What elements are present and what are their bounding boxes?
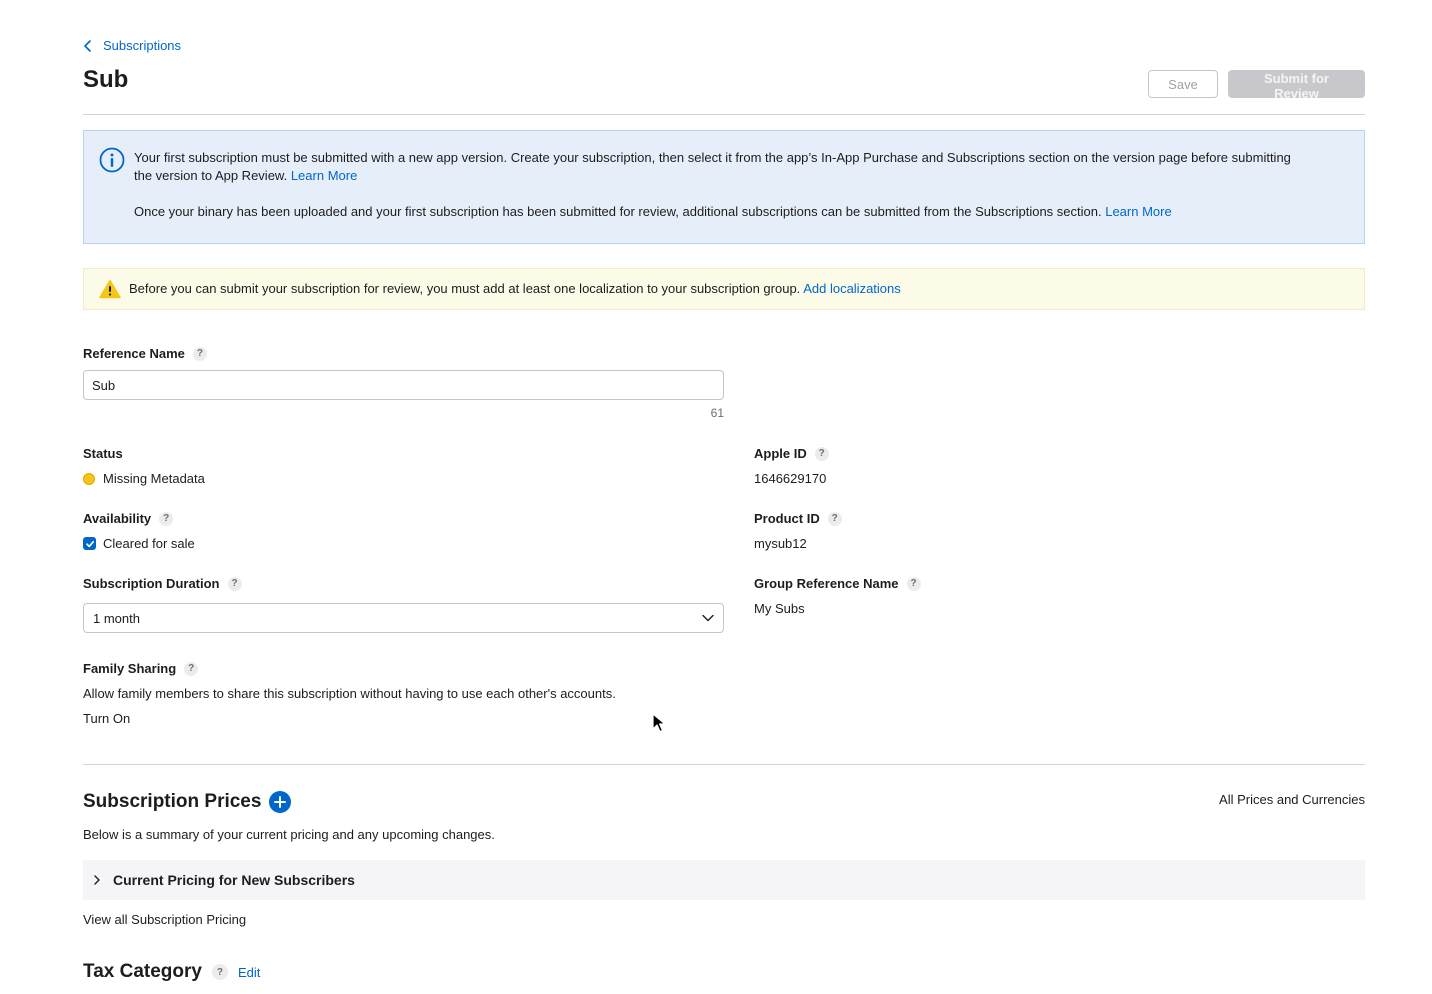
product-id-label-text: Product ID bbox=[754, 511, 820, 526]
breadcrumb[interactable]: Subscriptions bbox=[83, 38, 181, 53]
warning-banner: Before you can submit your subscription … bbox=[83, 268, 1365, 310]
divider bbox=[83, 764, 1365, 765]
help-icon[interactable]: ? bbox=[184, 661, 199, 676]
help-icon[interactable]: ? bbox=[192, 346, 207, 361]
help-icon[interactable]: ? bbox=[159, 511, 174, 526]
status-value: Missing Metadata bbox=[83, 471, 205, 486]
checkmark-icon bbox=[85, 540, 94, 547]
chevron-right-icon bbox=[94, 875, 100, 885]
product-id-label: Product ID ? bbox=[754, 511, 842, 526]
tax-category-title: Tax Category bbox=[83, 961, 202, 982]
chevron-down-icon bbox=[702, 614, 714, 622]
warning-text: Before you can submit your subscription … bbox=[129, 281, 901, 296]
family-sharing-description: Allow family members to share this subsc… bbox=[83, 686, 616, 701]
help-icon[interactable]: ? bbox=[814, 446, 829, 461]
warning-icon bbox=[99, 279, 121, 299]
info-banner: Your first subscription must be submitte… bbox=[83, 130, 1365, 244]
chevron-left-icon bbox=[84, 39, 91, 52]
help-icon[interactable]: ? bbox=[906, 576, 921, 591]
apple-id-value: 1646629170 bbox=[754, 471, 827, 486]
help-icon[interactable]: ? bbox=[827, 511, 842, 526]
subscription-prices-heading: Subscription Prices bbox=[83, 791, 292, 813]
view-all-pricing-link[interactable]: View all Subscription Pricing bbox=[83, 912, 246, 927]
reference-name-label-text: Reference Name bbox=[83, 346, 185, 361]
breadcrumb-subscriptions-link[interactable]: Subscriptions bbox=[103, 38, 181, 53]
info-icon bbox=[99, 147, 125, 173]
subscription-duration-select[interactable]: 1 month bbox=[83, 603, 724, 633]
submit-for-review-button[interactable]: Submit for Review bbox=[1228, 70, 1365, 101]
cleared-for-sale-label: Cleared for sale bbox=[103, 536, 195, 551]
apple-id-label: Apple ID ? bbox=[754, 446, 829, 461]
add-price-button[interactable] bbox=[269, 791, 292, 813]
current-pricing-row[interactable]: Current Pricing for New Subscribers bbox=[83, 860, 1365, 900]
group-reference-name-label: Group Reference Name ? bbox=[754, 576, 921, 591]
learn-more-link-2[interactable]: Learn More bbox=[1105, 204, 1171, 219]
help-icon[interactable]: ? bbox=[211, 964, 228, 980]
save-button[interactable]: Save bbox=[1148, 70, 1218, 98]
prices-description: Below is a summary of your current prici… bbox=[83, 827, 495, 842]
help-icon[interactable]: ? bbox=[227, 576, 242, 591]
availability-label: Availability ? bbox=[83, 511, 174, 526]
turn-on-link[interactable]: Turn On bbox=[83, 711, 130, 726]
family-sharing-label: Family Sharing ? bbox=[83, 661, 199, 676]
info-text-1: Your first subscription must be submitte… bbox=[134, 150, 1291, 183]
divider bbox=[83, 114, 1365, 115]
learn-more-link-1[interactable]: Learn More bbox=[291, 168, 357, 183]
status-label-text: Status bbox=[83, 446, 123, 461]
subscription-prices-title: Subscription Prices bbox=[83, 791, 262, 812]
status-dot-icon bbox=[83, 472, 95, 485]
mouse-pointer-icon bbox=[652, 713, 666, 733]
subscription-duration-label-text: Subscription Duration bbox=[83, 576, 220, 591]
reference-name-input[interactable] bbox=[83, 370, 724, 400]
product-id-value: mysub12 bbox=[754, 536, 807, 551]
cleared-for-sale-row[interactable]: Cleared for sale bbox=[83, 536, 195, 551]
availability-label-text: Availability bbox=[83, 511, 152, 526]
top-actions: Save Submit for Review bbox=[1148, 70, 1365, 101]
page-title: Sub bbox=[83, 66, 129, 93]
status-text: Missing Metadata bbox=[103, 471, 205, 486]
group-reference-link[interactable]: My Subs bbox=[754, 601, 805, 616]
subscription-duration-label: Subscription Duration ? bbox=[83, 576, 242, 591]
family-sharing-label-text: Family Sharing bbox=[83, 661, 177, 676]
apple-id-label-text: Apple ID bbox=[754, 446, 807, 461]
tax-category-heading: Tax Category ? Edit bbox=[83, 961, 260, 983]
current-pricing-label: Current Pricing for New Subscribers bbox=[113, 872, 355, 888]
plus-icon bbox=[274, 796, 287, 808]
reference-name-label: Reference Name ? bbox=[83, 346, 207, 361]
cleared-for-sale-checkbox[interactable] bbox=[83, 537, 96, 550]
add-localizations-link[interactable]: Add localizations bbox=[803, 281, 901, 296]
status-label: Status bbox=[83, 446, 123, 461]
group-reference-name-label-text: Group Reference Name bbox=[754, 576, 899, 591]
character-counter: 61 bbox=[710, 406, 724, 420]
tax-edit-link[interactable]: Edit bbox=[238, 965, 260, 980]
all-prices-link[interactable]: All Prices and Currencies bbox=[1219, 792, 1365, 807]
info-text-2: Once your binary has been uploaded and y… bbox=[134, 204, 1172, 219]
subscription-duration-value: 1 month bbox=[93, 610, 140, 626]
